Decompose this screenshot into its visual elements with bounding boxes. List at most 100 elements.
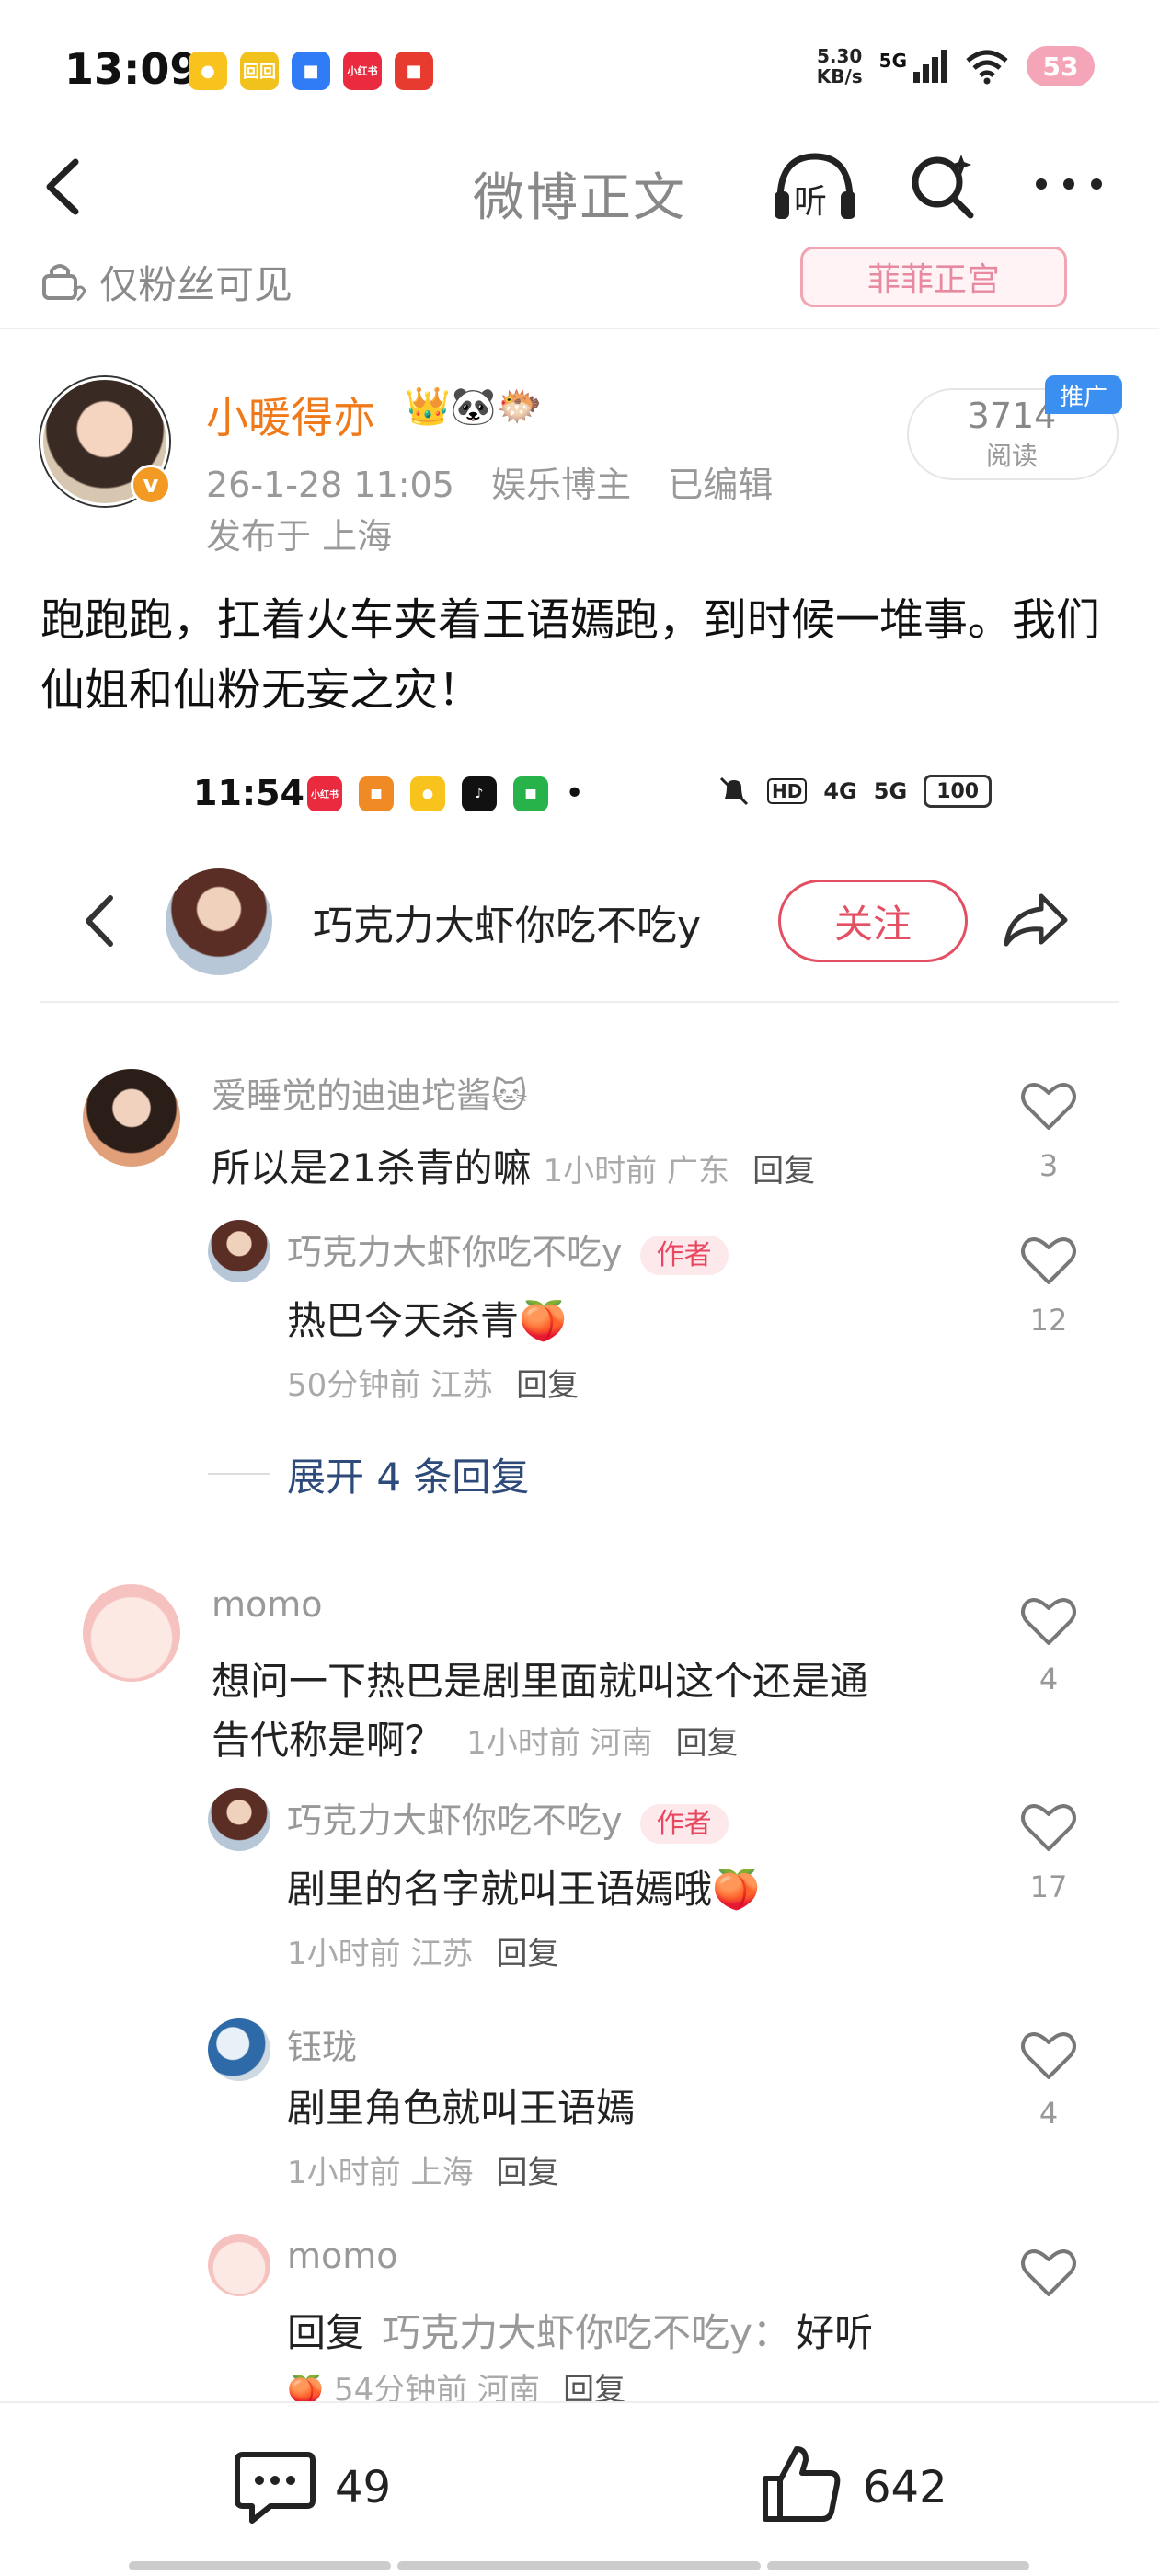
hd-icon: HD bbox=[767, 778, 808, 804]
like-count: 4 bbox=[1039, 1662, 1059, 1696]
comment-meta: 1小时前 广东 bbox=[543, 1153, 729, 1190]
commenter-name[interactable]: momo bbox=[212, 1584, 323, 1625]
like-heart-icon[interactable] bbox=[1019, 1233, 1078, 1288]
gesture-bar bbox=[397, 2561, 761, 2570]
reply-button[interactable]: 回复 bbox=[497, 2155, 559, 2191]
commenter-name[interactable]: 巧克力大虾你吃不吃y bbox=[287, 1800, 623, 1841]
comment-row: 回复 巧克力大虾你吃不吃y： 好听 bbox=[287, 2302, 873, 2358]
verified-badge-icon: v bbox=[131, 465, 171, 505]
embedded-back-icon[interactable] bbox=[77, 889, 123, 953]
share-icon[interactable] bbox=[999, 883, 1073, 957]
fan-stamp: 菲菲正宫 bbox=[800, 247, 1067, 307]
reply-button[interactable]: 回复 bbox=[516, 1367, 579, 1404]
status-app-icons: ● 回回 ■ 小红书 ■ bbox=[189, 52, 433, 90]
message-icon: ■ bbox=[513, 776, 548, 811]
commenter-name[interactable]: 钰珑 bbox=[287, 2018, 357, 2069]
thumbs-up-icon[interactable] bbox=[760, 2442, 843, 2524]
comment-meta-row: 50分钟前 江苏 回复 bbox=[287, 1360, 579, 1405]
network-type: 5G bbox=[878, 50, 907, 72]
commenter-name[interactable]: momo bbox=[287, 2236, 398, 2276]
read-label: 阅读 bbox=[985, 441, 1038, 471]
comment-meta-row: 1小时前 江苏 回复 bbox=[287, 1928, 559, 1973]
post-location: 发布于 上海 bbox=[206, 516, 393, 557]
reply-button[interactable]: 回复 bbox=[752, 1153, 815, 1190]
listen-button[interactable]: 听 bbox=[771, 149, 859, 223]
comment-count[interactable]: 49 bbox=[335, 2462, 391, 2513]
commenter-avatar[interactable] bbox=[83, 1069, 180, 1167]
embedded-status-time: 11:54 bbox=[193, 773, 304, 813]
status-dot: • bbox=[565, 775, 585, 812]
embedded-status-indicators: HD 4G 5G 100 bbox=[717, 775, 993, 808]
author-tag: 作者 bbox=[639, 1236, 729, 1275]
mute-bell-icon bbox=[719, 776, 749, 806]
xiaohongshu-icon: 小红书 bbox=[343, 52, 382, 90]
commenter-name[interactable]: 巧克力大虾你吃不吃y bbox=[287, 1232, 623, 1272]
app-red-icon: ■ bbox=[395, 52, 433, 90]
like-heart-icon[interactable] bbox=[1019, 1593, 1078, 1649]
commenter-avatar[interactable] bbox=[208, 1220, 270, 1282]
comment-row: 所以是21杀青的嘛 1小时前 广东 回复 bbox=[212, 1137, 815, 1193]
comment-icon[interactable] bbox=[234, 2447, 316, 2526]
gesture-bar bbox=[129, 2561, 391, 2570]
comment-text: 剧里的名字就叫王语嫣哦🍑 bbox=[287, 1867, 761, 1912]
wifi-icon bbox=[966, 50, 1008, 85]
post-meta: 26-1-28 11:05 娱乐博主 已编辑 bbox=[206, 456, 773, 507]
like-heart-icon[interactable] bbox=[1019, 1078, 1078, 1133]
app-yellow-icon: 回回 bbox=[240, 52, 279, 90]
expand-divider bbox=[208, 1473, 270, 1475]
reply-button[interactable]: 回复 bbox=[497, 1936, 559, 1972]
commenter-name[interactable]: 爱睡觉的迪迪坨酱🐱 bbox=[212, 1067, 528, 1118]
commenter-avatar[interactable] bbox=[208, 1788, 270, 1851]
weibo-icon: ● bbox=[189, 52, 227, 90]
chat-icon: ■ bbox=[292, 52, 330, 90]
listen-label: 听 bbox=[794, 183, 828, 221]
net-speed: 5.30 KB/s bbox=[817, 46, 863, 86]
weibo-icon: ● bbox=[410, 776, 445, 811]
like-count: 4 bbox=[1039, 2096, 1059, 2131]
search-icon[interactable] bbox=[906, 149, 980, 223]
comment-text: 想问一下热巴是剧里面就叫这个还是通 bbox=[212, 1659, 869, 1704]
like-heart-icon[interactable] bbox=[1019, 1800, 1078, 1855]
comment-meta-row: 1小时前 上海 回复 bbox=[287, 2147, 559, 2192]
net-speed-value: 5.30 bbox=[817, 45, 863, 67]
more-icon[interactable] bbox=[1030, 161, 1107, 207]
xiaohongshu-icon: 小红书 bbox=[307, 776, 342, 811]
signal-4g: 4G bbox=[823, 778, 857, 804]
like-total-count[interactable]: 642 bbox=[863, 2462, 947, 2513]
gesture-bar bbox=[767, 2561, 1029, 2570]
status-time: 13:09 bbox=[64, 44, 200, 94]
like-heart-icon[interactable] bbox=[1019, 2245, 1078, 2300]
embedded-author-avatar[interactable] bbox=[166, 868, 272, 975]
app-orange-icon: ■ bbox=[359, 776, 394, 811]
embedded-author-name[interactable]: 巧克力大虾你吃不吃y bbox=[313, 892, 701, 951]
battery-icon: 100 bbox=[924, 775, 993, 808]
like-count: 3 bbox=[1039, 1148, 1059, 1183]
bottom-action-bar bbox=[0, 2401, 1159, 2576]
commenter-header: 巧克力大虾你吃不吃y 作者 bbox=[287, 1792, 729, 1844]
reply-prefix: 回复 bbox=[287, 2310, 365, 2355]
reply-button[interactable]: 回复 bbox=[676, 1725, 739, 1762]
comment-meta: 50分钟前 江苏 bbox=[287, 1367, 494, 1404]
net-speed-unit: KB/s bbox=[816, 65, 863, 87]
commenter-avatar[interactable] bbox=[208, 2018, 270, 2081]
follow-button[interactable]: 关注 bbox=[778, 880, 968, 962]
cell-signal-icon: 5G bbox=[879, 50, 947, 83]
promote-badge[interactable]: 推广 bbox=[1045, 375, 1122, 414]
comment-text: 热巴今天杀青🍑 bbox=[287, 1298, 568, 1343]
comment-meta: 1小时前 上海 bbox=[287, 2155, 474, 2191]
like-heart-icon[interactable] bbox=[1019, 2028, 1078, 2083]
comment-text: 剧里角色就叫王语嫣 bbox=[287, 2086, 636, 2131]
commenter-avatar[interactable] bbox=[83, 1584, 180, 1682]
like-count: 12 bbox=[1029, 1303, 1068, 1338]
comment-meta: 1小时前 江苏 bbox=[287, 1936, 474, 1972]
comment-row: 告代称是啊？ 1小时前 河南 回复 bbox=[212, 1709, 739, 1765]
embedded-status-apps: 小红书 ■ ● ♪ ■ • bbox=[307, 775, 584, 812]
expand-replies-button[interactable]: 展开 4 条回复 bbox=[287, 1446, 529, 1502]
author-name[interactable]: 小暖得亦 bbox=[206, 385, 375, 445]
status-indicators: 5.30 KB/s 5G 53 bbox=[817, 46, 1095, 86]
reply-target[interactable]: 巧克力大虾你吃不吃y： bbox=[382, 2310, 791, 2355]
commenter-avatar[interactable] bbox=[208, 2234, 270, 2296]
tiktok-icon: ♪ bbox=[462, 776, 497, 811]
edited-label: 已编辑 bbox=[668, 465, 774, 505]
signal-5g: 5G bbox=[873, 778, 908, 804]
